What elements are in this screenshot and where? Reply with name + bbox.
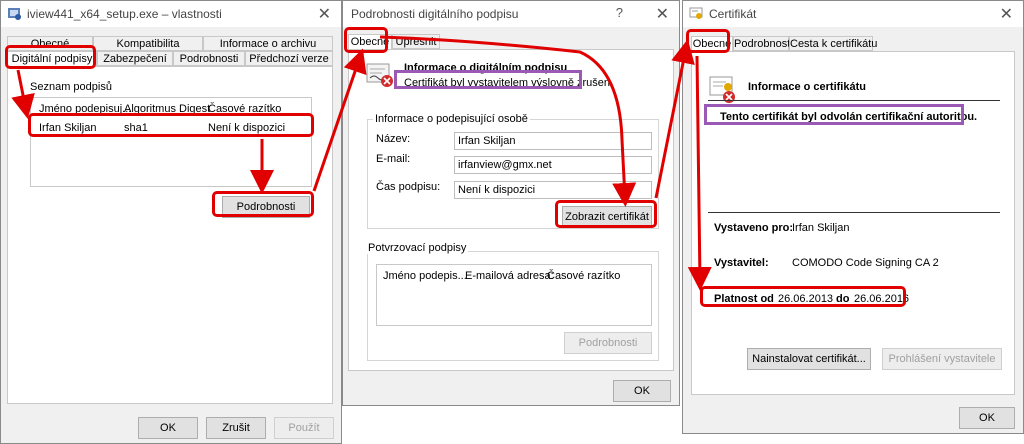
highlight-view-certificate-button [555,200,657,228]
signing-time-label: Čas podpisu: [376,181,441,193]
issuer-value: COMODO Code Signing CA 2 [792,257,939,269]
column-email-address[interactable]: E-mailová adresa: [465,270,554,282]
close-icon[interactable]: ✕ [656,4,669,24]
name-label: Název: [376,133,411,145]
window-title: Certifikát [709,7,757,21]
tab-content: Informace o certifikátu Tento certifikát… [691,51,1015,395]
install-certificate-button[interactable]: Nainstalovat certifikát... [747,348,871,370]
issuer-statement-button[interactable]: Prohlášení vystavitele [882,348,1002,370]
signing-time-field[interactable]: Není k dispozici [454,181,652,199]
issued-to-label: Vystaveno pro: [714,222,794,234]
title-bar: Podrobnosti digitálního podpisu ? ✕ [343,1,679,27]
divider [708,212,1000,213]
tab-details[interactable]: Podrobnosti [733,36,793,51]
tab-advanced[interactable]: Upřesnit [392,34,440,49]
highlight-revoked-status-3 [704,104,964,125]
certificate-icon [689,6,703,20]
highlight-general-tab-3 [686,29,730,53]
certificate-window: Certifikát ✕ Obecné Podrobnosti Cesta k … [682,0,1024,434]
ok-button[interactable]: OK [959,407,1015,429]
tab-security[interactable]: Zabezpečení [97,51,173,66]
email-field[interactable]: irfanview@gmx.net [454,156,652,174]
highlight-general-tab-2 [344,27,388,53]
help-icon[interactable]: ? [616,5,623,20]
tab-details[interactable]: Podrobnosti [173,51,245,66]
title-bar: iview441_x64_setup.exe – vlastnosti ✕ [1,1,341,27]
issuer-label: Vystavitel: [714,257,769,269]
highlight-revoked-status-2 [394,70,582,89]
highlight-signature-row [28,113,314,137]
divider [708,100,1000,101]
issued-to-value: Irfan Skiljan [792,222,850,234]
close-icon[interactable]: ✕ [318,4,331,24]
apply-button[interactable]: Použít [274,417,334,439]
highlight-validity-dates [700,286,906,307]
countersignature-list: Jméno podepis... E-mailová adresa: Časov… [376,264,652,326]
tab-previous-versions[interactable]: Předchozí verze [245,51,333,66]
window-title: Podrobnosti digitálního podpisu [351,7,519,21]
cancel-button[interactable]: Zrušit [206,417,266,439]
certificate-info-title: Informace o certifikátu [748,81,866,93]
app-icon [7,6,21,20]
signer-info-label: Informace o podepisující osobě [373,113,530,125]
ok-button[interactable]: OK [138,417,198,439]
tab-certification-path[interactable]: Cesta k certifikátu [789,36,877,51]
column-signer-name[interactable]: Jméno podepis... [383,270,467,282]
ok-button[interactable]: OK [613,380,671,402]
tab-compatibility[interactable]: Kompatibilita [93,36,203,51]
tab-archive-info[interactable]: Informace o archivu [203,36,333,51]
name-field[interactable]: Irfan Skiljan [454,132,652,150]
highlight-details-button [212,191,314,217]
signature-status-icon [365,62,395,88]
column-timestamp[interactable]: Časové razítko [547,270,620,282]
signature-list-label: Seznam podpisů [30,81,112,93]
signature-list: Jméno podepisuj... Algoritmus Digest Čas… [30,97,312,187]
window-title: iview441_x64_setup.exe – vlastnosti [27,7,222,21]
email-label: E-mail: [376,153,411,165]
highlight-digital-signatures-tab [5,45,96,69]
countersignatures-group: Potvrzovací podpisy Jméno podepis... E-m… [366,242,659,361]
countersignatures-label: Potvrzovací podpisy [366,242,469,254]
title-bar: Certifikát ✕ [683,1,1023,27]
countersignature-details-button[interactable]: Podrobnosti [564,332,652,354]
close-icon[interactable]: ✕ [1000,4,1013,24]
